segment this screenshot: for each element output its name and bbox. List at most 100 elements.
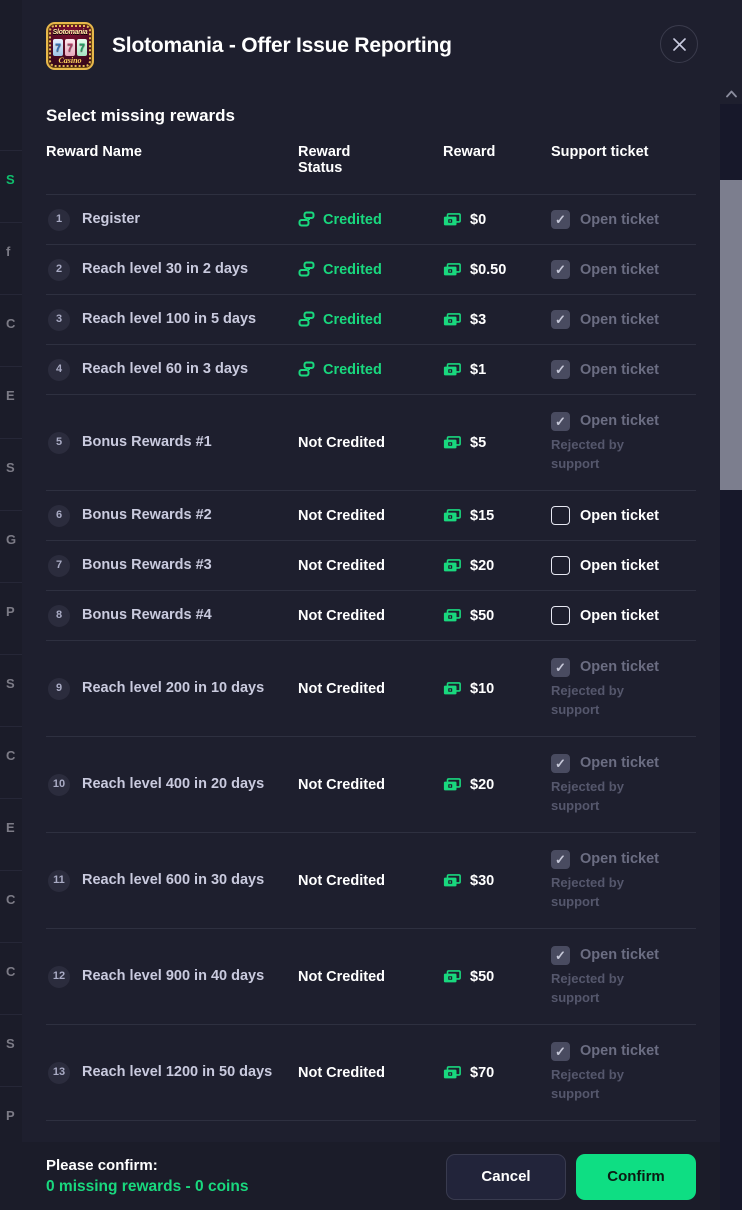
status-badge: Credited: [323, 311, 382, 328]
check-icon: ✓: [555, 413, 566, 429]
open-ticket-label: Open ticket: [580, 851, 659, 868]
background-row-divider: [0, 870, 22, 871]
reward-name-label: Bonus Rewards #4: [82, 606, 212, 623]
cell-reward-status: Credited: [298, 294, 443, 345]
open-ticket-label: Open ticket: [580, 557, 659, 574]
status-badge: Not Credited: [298, 776, 385, 793]
cell-reward-name: 13 Reach level 1200 in 50 days: [46, 1024, 298, 1121]
open-ticket-checkbox[interactable]: [551, 556, 570, 575]
open-ticket-checkbox: ✓: [551, 753, 570, 773]
scrollbar-thumb[interactable]: [720, 180, 742, 490]
ticket-status-note: Rejected by support: [551, 436, 624, 471]
cell-support-ticket: Open ticket: [551, 590, 696, 641]
open-ticket-label: Open ticket: [580, 755, 659, 772]
row-index-badge: 12: [48, 965, 70, 988]
background-row-label: S: [6, 1036, 15, 1051]
open-ticket-checkbox[interactable]: [551, 506, 570, 525]
reward-name-label: Reach level 400 in 20 days: [82, 775, 265, 792]
reward-amount-label: $20: [470, 557, 495, 574]
open-ticket-label: Open ticket: [580, 947, 659, 964]
reward-name-label: Reach level 600 in 30 days: [82, 871, 265, 888]
banknote-icon: [443, 1065, 461, 1078]
reward-name-label: Reach level 30 in 2 days: [82, 260, 249, 277]
background-row-divider: [0, 438, 22, 439]
scrollbar-track[interactable]: [720, 104, 742, 1210]
reward-amount-label: $0.50: [470, 261, 507, 278]
cell-reward-name: 1 Register: [46, 194, 298, 245]
table-row: 6 Bonus Rewards #2 Not Credited $15 Open tic…: [46, 490, 696, 541]
reward-amount-label: $50: [470, 607, 495, 624]
row-index-badge: 7: [48, 554, 70, 577]
cell-support-ticket: ✓ Open ticket: [551, 194, 696, 245]
background-row-label: C: [6, 964, 16, 979]
row-index-badge: 3: [48, 308, 70, 331]
banknote-icon: [443, 262, 461, 275]
open-ticket-checkbox: ✓: [551, 849, 570, 869]
open-ticket-checkbox: ✓: [551, 210, 570, 229]
open-ticket-label: Open ticket: [580, 413, 659, 430]
status-badge: Not Credited: [298, 680, 385, 697]
banknote-icon: [443, 681, 461, 694]
ticket-status-note: Rejected by support: [551, 874, 624, 909]
scroll-up-button[interactable]: [720, 84, 742, 104]
cell-support-ticket: ✓ Open ticket Rejected by support: [551, 736, 696, 833]
cell-reward-status: Not Credited: [298, 928, 443, 1025]
cancel-button[interactable]: Cancel: [446, 1153, 566, 1200]
confirm-button[interactable]: Confirm: [576, 1153, 696, 1200]
page-scrollbar[interactable]: [720, 0, 742, 1210]
open-ticket-label: Open ticket: [580, 659, 659, 676]
background-row-label: S: [6, 172, 15, 187]
coin-stack-icon: [298, 261, 315, 277]
banknote-icon: [443, 212, 461, 225]
table-row: 8 Bonus Rewards #4 Not Credited $50 Open tic…: [46, 590, 696, 641]
reward-amount-label: $10: [470, 680, 495, 697]
coin-stack-icon: [298, 311, 315, 327]
open-ticket-checkbox: ✓: [551, 360, 570, 379]
table-header-row: Reward Name Reward Status Reward Support…: [46, 142, 696, 195]
reward-name-label: Bonus Rewards #1: [82, 433, 212, 450]
check-icon: ✓: [555, 262, 566, 277]
background-row-label: S: [6, 460, 15, 475]
open-ticket-label: Open ticket: [580, 261, 659, 278]
reward-name-label: Reach level 900 in 40 days: [82, 967, 265, 984]
offer-issue-reporting-modal: Slotomania 7 7 7 Casino Slotomania - Off…: [22, 0, 720, 1210]
check-icon: ✓: [555, 851, 566, 867]
reward-amount-label: $15: [470, 507, 495, 524]
table-body: 1 Register Credited $0 ✓ Open ticket 2 Reach le…: [46, 194, 696, 1121]
cell-reward-status: Credited: [298, 194, 443, 245]
status-badge: Not Credited: [298, 434, 385, 451]
column-header-reward-status-line2: Status: [298, 160, 343, 176]
cell-reward-name: 5 Bonus Rewards #1: [46, 394, 298, 491]
cell-support-ticket: ✓ Open ticket: [551, 244, 696, 295]
cell-reward-amount: $1: [443, 344, 551, 395]
status-badge: Credited: [323, 361, 382, 378]
ticket-status-note: Rejected by support: [551, 970, 624, 1005]
reward-name-label: Reach level 60 in 3 days: [82, 360, 249, 377]
reward-amount-label: $3: [470, 311, 487, 328]
background-row-divider: [0, 726, 22, 727]
cell-reward-amount: $50: [443, 590, 551, 641]
reward-name-label: Bonus Rewards #3: [82, 556, 212, 573]
close-button[interactable]: [660, 25, 698, 63]
cell-reward-amount: $0.50: [443, 244, 551, 295]
reward-amount-label: $50: [470, 968, 495, 985]
background-list-strip: Sf C E S G P S C E C C S P: [0, 0, 22, 1210]
reward-name-label: Bonus Rewards #2: [82, 506, 212, 523]
open-ticket-checkbox: ✓: [551, 945, 570, 965]
banknote-icon: [443, 435, 461, 448]
reward-amount-label: $20: [470, 776, 495, 793]
row-index-badge: 6: [48, 504, 70, 527]
open-ticket-label: Open ticket: [580, 361, 659, 378]
cell-reward-status: Not Credited: [298, 736, 443, 833]
background-row-divider: [0, 510, 22, 511]
table-row: 2 Reach level 30 in 2 days Credited $0.50 ✓ O…: [46, 244, 696, 295]
reward-amount-label: $5: [470, 434, 487, 451]
section-title: Select missing rewards: [46, 106, 235, 125]
banknote-icon: [443, 608, 461, 621]
banknote-icon: [443, 969, 461, 982]
check-icon: ✓: [555, 755, 566, 771]
cell-reward-status: Not Credited: [298, 394, 443, 491]
open-ticket-checkbox[interactable]: [551, 606, 570, 625]
open-ticket-label: Open ticket: [580, 1043, 659, 1060]
status-badge: Not Credited: [298, 872, 385, 889]
